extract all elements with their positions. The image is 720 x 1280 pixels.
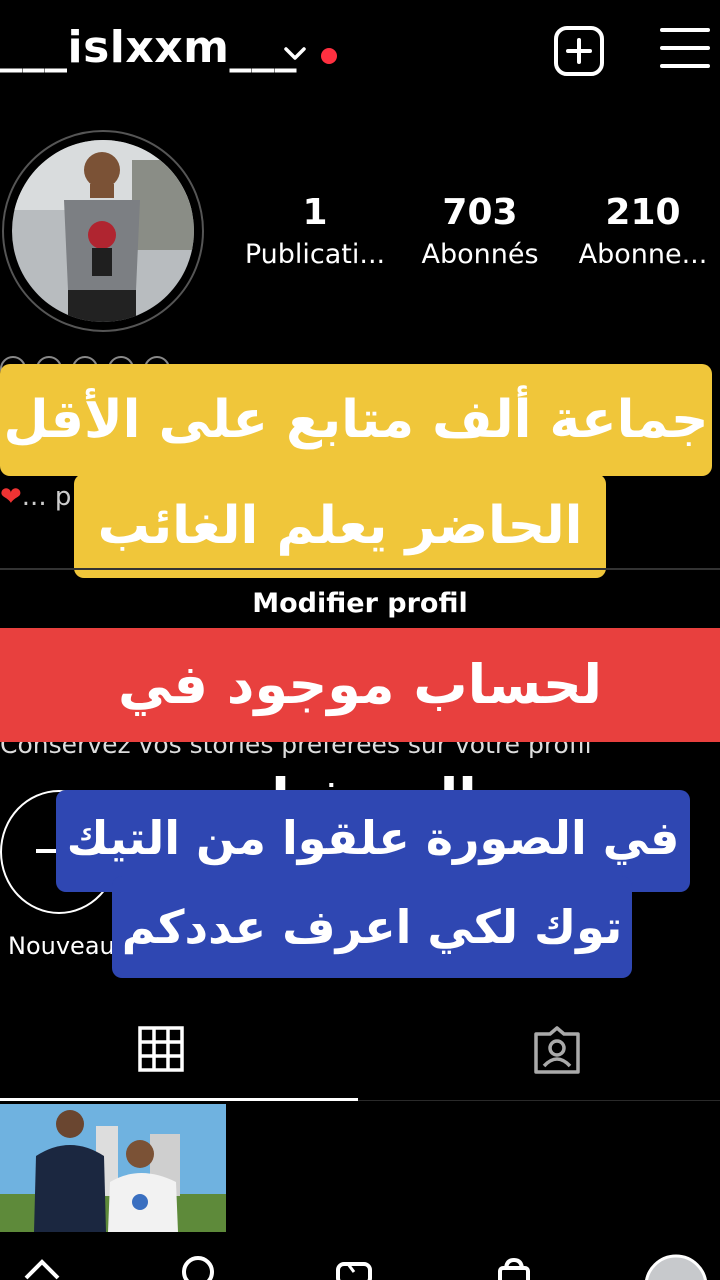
stat-following[interactable]: 210 Abonne... — [568, 192, 718, 270]
stat-followers-label: Abonnés — [421, 239, 539, 270]
overlay-caption-yellow-1: جماعة ألف متابع على الأقل — [0, 364, 712, 476]
avatar[interactable] — [12, 140, 194, 322]
active-tab-indicator — [0, 1098, 358, 1101]
bottom-nav — [0, 1250, 720, 1280]
stat-followers[interactable]: 703 Abonnés — [405, 192, 555, 270]
stat-following-count: 210 — [605, 192, 681, 233]
stat-posts-label: Publicati... — [244, 239, 386, 270]
new-highlight-label: Nouveau — [8, 932, 115, 960]
heart-icon: ❤ — [0, 482, 22, 512]
create-plus-icon[interactable] — [554, 26, 604, 76]
stat-followers-count: 703 — [442, 192, 518, 233]
profile-avatar-icon[interactable] — [644, 1250, 708, 1280]
tagged-person-icon[interactable] — [532, 1026, 582, 1076]
grid-icon[interactable] — [138, 1026, 184, 1072]
home-icon[interactable] — [22, 1250, 62, 1280]
shop-icon[interactable] — [494, 1250, 534, 1280]
chevron-down-icon[interactable] — [282, 40, 308, 66]
new-highlight-plus-icon — [36, 849, 58, 853]
overlay-caption-yellow-2: الحاضر يعلم الغائب — [74, 474, 606, 578]
overlay-caption-blue-2: توك لكي اعرف عددكم — [112, 876, 632, 978]
profile-username[interactable]: ___islxxm___ — [0, 22, 297, 73]
menu-hamburger-icon[interactable] — [660, 28, 710, 70]
notification-dot-icon — [321, 48, 337, 64]
overlay-caption-red: لحساب موجود في البروفيل — [0, 628, 720, 830]
reels-icon[interactable] — [334, 1250, 374, 1280]
stat-posts-count: 1 — [302, 192, 328, 233]
divider — [0, 568, 720, 570]
search-icon[interactable] — [178, 1250, 218, 1280]
stat-following-label: Abonne... — [578, 239, 708, 270]
edit-profile-button[interactable]: Modifier profil — [0, 588, 720, 619]
bio-fragment: ❤... p — [0, 482, 72, 512]
post-thumbnail[interactable] — [0, 1104, 226, 1232]
stat-posts[interactable]: 1 Publicati... — [240, 192, 390, 270]
